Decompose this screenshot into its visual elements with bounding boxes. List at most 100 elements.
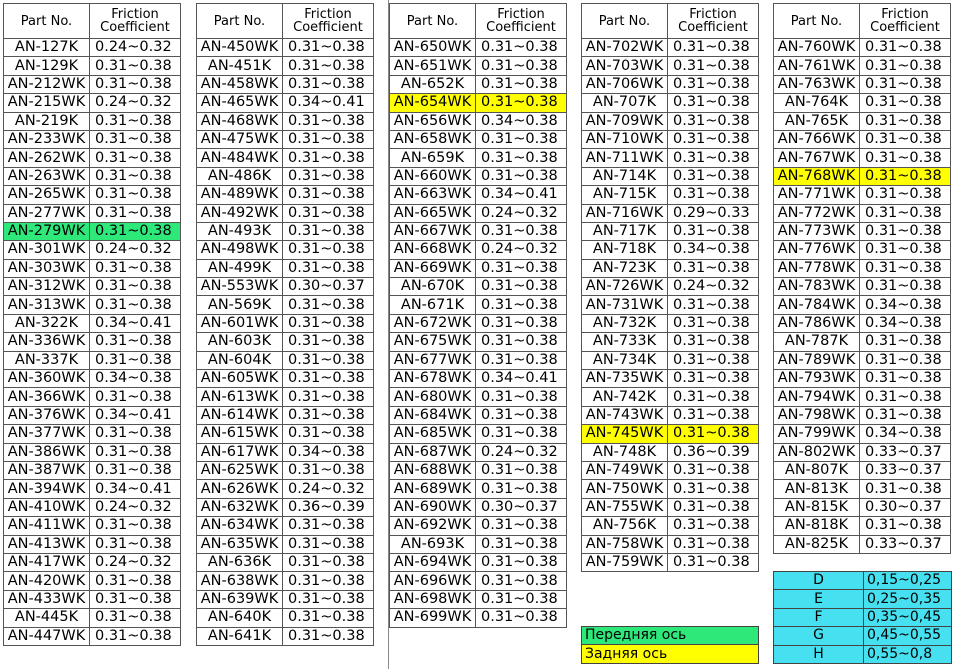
friction-coefficient-cell: 0.31~0.38: [282, 626, 374, 646]
friction-grade-legend: D 0,15~0,25 E 0,25~0,35 F 0,35~0,45 G 0,45~0,55…: [773, 570, 952, 664]
part-number-cell: AN-745WK: [581, 424, 668, 444]
part-number-cell: AN-366WK: [3, 387, 90, 407]
friction-coefficient-cell: 0.31~0.38: [667, 387, 759, 407]
table-row: AN-716WK 0.29~0.33: [581, 203, 759, 223]
part-number-cell: AN-768WK: [773, 166, 860, 187]
friction-coefficient-cell: 0.34~0.38: [282, 442, 374, 462]
table-row: AN-634WK 0.31~0.38: [196, 516, 374, 536]
table-row: AN-756K 0.31~0.38: [581, 516, 759, 536]
header-friction-coefficient: Friction Coefficient: [89, 3, 181, 39]
part-number-cell: AN-734K: [581, 350, 668, 371]
friction-coefficient-cell: 0.30~0.37: [475, 497, 567, 518]
part-number-cell: AN-690WK: [389, 497, 476, 518]
table-row: AN-410WK 0.24~0.32: [3, 497, 181, 518]
table-row: AN-569K 0.31~0.38: [196, 295, 374, 315]
friction-coefficient-cell: 0.31~0.38: [859, 240, 951, 260]
part-number-cell: AN-322K: [3, 313, 90, 334]
table-row: AN-492WK 0.31~0.38: [196, 203, 374, 223]
part-number-cell: AN-262WK: [3, 148, 90, 168]
friction-coefficient-cell: 0.31~0.38: [282, 240, 374, 260]
part-number-cell: AN-748K: [581, 442, 668, 462]
table-row: AN-694WK 0.31~0.38: [389, 552, 567, 573]
part-number-cell: AN-771WK: [773, 185, 860, 205]
table-row: AN-783WK 0.31~0.38: [773, 277, 951, 297]
friction-coefficient-cell: 0.31~0.38: [89, 74, 181, 95]
table-row: AN-625WK 0.31~0.38: [196, 460, 374, 481]
friction-coefficient-cell: 0.31~0.38: [475, 589, 567, 610]
friction-coefficient-cell: 0.31~0.38: [475, 277, 567, 297]
friction-coefficient-cell: 0.31~0.38: [89, 534, 181, 554]
part-number-cell: AN-410WK: [3, 497, 90, 518]
table-header-row: Part No. Friction Coefficient: [3, 3, 181, 39]
part-number-cell: AN-394WK: [3, 479, 90, 499]
grade-range: 0,45~0,55: [863, 626, 952, 646]
friction-table-3: Part No. Friction Coefficient AN-650WK 0.31~…: [389, 3, 567, 628]
table-row: AN-709WK 0.31~0.38: [581, 111, 759, 131]
friction-coefficient-cell: 0.34~0.38: [859, 295, 951, 315]
part-number-cell: AN-678WK: [389, 369, 476, 389]
table-row: AN-815K 0.30~0.37: [773, 497, 951, 518]
friction-coefficient-cell: 0.34~0.38: [667, 240, 759, 260]
friction-coefficient-cell: 0.31~0.38: [667, 185, 759, 205]
table-row: AN-710WK 0.31~0.38: [581, 129, 759, 150]
legend-row-rear-axle: Задняя ось: [581, 644, 759, 664]
part-number-cell: AN-756K: [581, 516, 668, 536]
table-row: AN-656WK 0.34~0.38: [389, 111, 567, 131]
part-number-cell: AN-778WK: [773, 258, 860, 279]
part-number-cell: AN-650WK: [389, 37, 476, 58]
friction-coefficient-cell: 0.31~0.38: [475, 405, 567, 426]
table-row: AN-636K 0.31~0.38: [196, 552, 374, 573]
table-row: AN-447WK 0.31~0.38: [3, 626, 181, 646]
part-number-cell: AN-420WK: [3, 571, 90, 591]
friction-coefficient-cell: 0.31~0.38: [89, 129, 181, 150]
friction-table-2: Part No. Friction Coefficient AN-450WK 0.31~…: [196, 3, 374, 646]
friction-coefficient-cell: 0.31~0.38: [859, 277, 951, 297]
table-row: AN-670K 0.31~0.38: [389, 277, 567, 297]
friction-table-5: Part No. Friction Coefficient AN-760WK 0.31~…: [773, 3, 951, 554]
part-number-cell: AN-263WK: [3, 166, 90, 187]
part-number-cell: AN-663WK: [389, 185, 476, 205]
part-number-cell: AN-813K: [773, 479, 860, 499]
table-row: AN-668WK 0.24~0.32: [389, 240, 567, 260]
grade-row: D 0,15~0,25: [773, 570, 952, 591]
friction-coefficient-cell: 0.31~0.38: [282, 460, 374, 481]
part-number-cell: AN-818K: [773, 516, 860, 536]
table-row: AN-776WK 0.31~0.38: [773, 240, 951, 260]
friction-coefficient-cell: 0.33~0.37: [859, 460, 951, 481]
table-row: AN-693K 0.31~0.38: [389, 534, 567, 554]
table-row: AN-660WK 0.31~0.38: [389, 166, 567, 187]
friction-coefficient-cell: 0.31~0.38: [475, 313, 567, 334]
part-number-cell: AN-445K: [3, 608, 90, 628]
friction-coefficient-cell: 0.31~0.38: [859, 129, 951, 150]
table-row: AN-789WK 0.31~0.38: [773, 350, 951, 371]
friction-coefficient-cell: 0.31~0.38: [89, 166, 181, 187]
table-row: AN-672WK 0.31~0.38: [389, 313, 567, 334]
friction-coefficient-cell: 0.34~0.41: [282, 93, 374, 113]
part-number-cell: AN-498WK: [196, 240, 283, 260]
part-number-cell: AN-265WK: [3, 185, 90, 205]
friction-coefficient-cell: 0.31~0.38: [89, 148, 181, 168]
part-number-cell: AN-468WK: [196, 111, 283, 131]
part-number-cell: AN-773WK: [773, 221, 860, 242]
part-number-cell: AN-667WK: [389, 221, 476, 242]
friction-coefficient-cell: 0.33~0.37: [859, 442, 951, 462]
friction-coefficient-cell: 0.31~0.38: [859, 56, 951, 76]
table-row: AN-366WK 0.31~0.38: [3, 387, 181, 407]
table-row: AN-749WK 0.31~0.38: [581, 460, 759, 481]
friction-coefficient-cell: 0.31~0.38: [475, 534, 567, 554]
table-row: AN-748K 0.36~0.39: [581, 442, 759, 462]
friction-coefficient-cell: 0.31~0.38: [667, 497, 759, 518]
table-row: AN-652K 0.31~0.38: [389, 74, 567, 95]
table-row: AN-711WK 0.31~0.38: [581, 148, 759, 168]
friction-coefficient-cell: 0.31~0.38: [667, 516, 759, 536]
part-number-cell: AN-765K: [773, 111, 860, 131]
friction-coefficient-cell: 0.31~0.38: [475, 258, 567, 279]
part-number-cell: AN-475WK: [196, 129, 283, 150]
table-header-row: Part No. Friction Coefficient: [196, 3, 374, 39]
grade-letter: F: [773, 607, 864, 628]
part-number-cell: AN-553WK: [196, 277, 283, 297]
friction-coefficient-cell: 0.31~0.38: [667, 369, 759, 389]
part-number-cell: AN-726WK: [581, 277, 668, 297]
friction-coefficient-cell: 0.31~0.38: [89, 460, 181, 481]
friction-coefficient-cell: 0.24~0.32: [475, 442, 567, 462]
